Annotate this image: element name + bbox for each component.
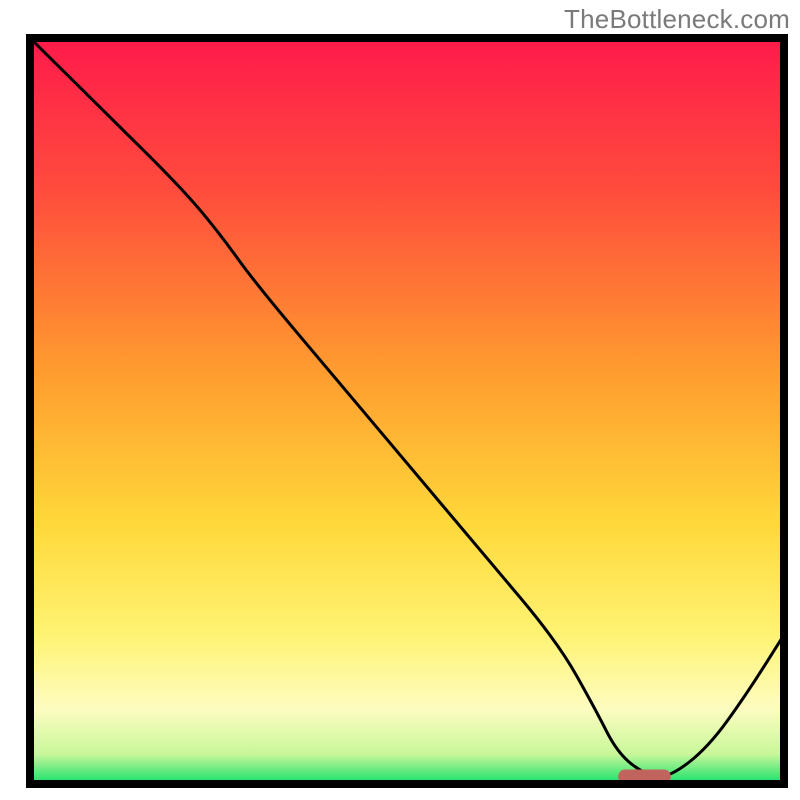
- chart-container: TheBottleneck.com: [0, 0, 800, 800]
- chart-svg: [0, 0, 800, 800]
